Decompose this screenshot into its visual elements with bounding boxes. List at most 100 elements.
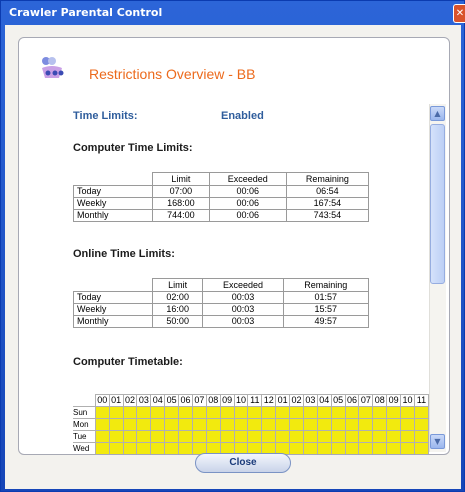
timetable-cell[interactable] [302,430,318,443]
timetable-cell[interactable] [136,430,152,443]
timetable-cell[interactable] [150,430,166,443]
timetable-cell[interactable] [219,418,235,431]
timetable-cell[interactable] [150,442,166,454]
timetable-cell[interactable] [316,442,332,454]
timetable-cell[interactable] [413,406,430,419]
timetable-cell[interactable] [289,442,304,454]
timetable-cell[interactable] [136,442,152,454]
scroll-thumb[interactable] [430,124,445,284]
timetable-cell[interactable] [386,430,402,443]
timetable-cell[interactable] [108,418,124,431]
timetable-cell[interactable] [150,406,166,419]
scroll-up-icon[interactable]: ▲ [430,106,445,121]
timetable-cell[interactable] [289,418,304,431]
timetable-cell[interactable] [205,418,221,431]
timetable-cell[interactable] [316,406,332,419]
timetable-cell[interactable] [400,406,415,419]
timetable-cell[interactable] [302,442,318,454]
timetable-cell[interactable] [233,406,249,419]
timetable-cell[interactable] [247,418,263,431]
timetable-cell[interactable] [233,418,249,431]
timetable-cell[interactable] [205,430,221,443]
timetable-cell[interactable] [344,406,360,419]
timetable-cell[interactable] [94,442,110,454]
timetable-cell[interactable] [108,442,124,454]
timetable-cell[interactable] [108,430,124,443]
timetable-cell[interactable] [219,430,235,443]
timetable-cell[interactable] [191,430,207,443]
timetable-cell[interactable] [400,442,415,454]
timetable-cell[interactable] [289,430,304,443]
timetable-cell[interactable] [247,406,263,419]
timetable-cell[interactable] [372,442,388,454]
exceeded-cell: 00:03 [202,315,284,328]
timetable-cell[interactable] [289,406,304,419]
timetable-cell[interactable] [261,430,277,443]
timetable-cell[interactable] [136,418,152,431]
timetable-cell[interactable] [413,430,430,443]
timetable-cell[interactable] [302,406,318,419]
timetable-cell[interactable] [164,418,180,431]
timetable-cell[interactable] [94,406,110,419]
timetable-cell[interactable] [330,430,346,443]
timetable-cell[interactable] [164,442,180,454]
timetable-cell[interactable] [178,406,193,419]
close-button[interactable]: Close [195,453,291,473]
timetable-cell[interactable] [275,406,291,419]
timetable-cell[interactable] [344,442,360,454]
timetable-cell[interactable] [275,418,291,431]
timetable-cell[interactable] [302,418,318,431]
timetable-cell[interactable] [178,418,193,431]
timetable-cell[interactable] [372,418,388,431]
vertical-scrollbar[interactable]: ▲ ▼ [429,104,446,452]
timetable-cell[interactable] [330,418,346,431]
timetable-cell[interactable] [122,418,138,431]
timetable-cell[interactable] [136,406,152,419]
timetable-cell[interactable] [330,442,346,454]
timetable-cell[interactable] [191,418,207,431]
window-close-icon[interactable]: ✕ [453,4,465,23]
timetable-hour-label: 09 [386,394,402,407]
timetable-cell[interactable] [330,406,346,419]
timetable-cell[interactable] [413,418,430,431]
timetable-cell[interactable] [261,406,277,419]
timetable-cell[interactable] [386,418,402,431]
timetable-cell[interactable] [386,442,402,454]
table-corner [73,278,153,292]
timetable-cell[interactable] [108,406,124,419]
timetable-cell[interactable] [178,430,193,443]
timetable-cell[interactable] [400,418,415,431]
timetable-cell[interactable] [233,430,249,443]
timetable-cell[interactable] [358,442,374,454]
timetable-cell[interactable] [344,418,360,431]
timetable-cell[interactable] [94,430,110,443]
timetable-cell[interactable] [94,418,110,431]
timetable-cell[interactable] [247,430,263,443]
timetable-cell[interactable] [413,442,430,454]
timetable-cell[interactable] [191,406,207,419]
timetable-cell[interactable] [178,442,193,454]
timetable-cell[interactable] [150,418,166,431]
timetable-cell[interactable] [358,418,374,431]
timetable-cell[interactable] [386,406,402,419]
timetable-cell[interactable] [316,418,332,431]
timetable-cell[interactable] [372,430,388,443]
timetable-cell[interactable] [164,406,180,419]
timetable-cell[interactable] [400,430,415,443]
timetable-cell[interactable] [122,430,138,443]
timetable-cell[interactable] [358,406,374,419]
timetable-cell[interactable] [358,430,374,443]
timetable-cell[interactable] [219,406,235,419]
timetable-hour-label: 08 [205,394,221,407]
timetable-cell[interactable] [275,430,291,443]
scroll-down-icon[interactable]: ▼ [430,434,445,449]
timetable-cell[interactable] [316,430,332,443]
timetable-day-row: Tue [73,430,430,443]
timetable-cell[interactable] [372,406,388,419]
timetable-cell[interactable] [261,418,277,431]
timetable-cell[interactable] [164,430,180,443]
timetable-cell[interactable] [344,430,360,443]
timetable-cell[interactable] [205,406,221,419]
timetable-cell[interactable] [122,406,138,419]
timetable-cell[interactable] [122,442,138,454]
